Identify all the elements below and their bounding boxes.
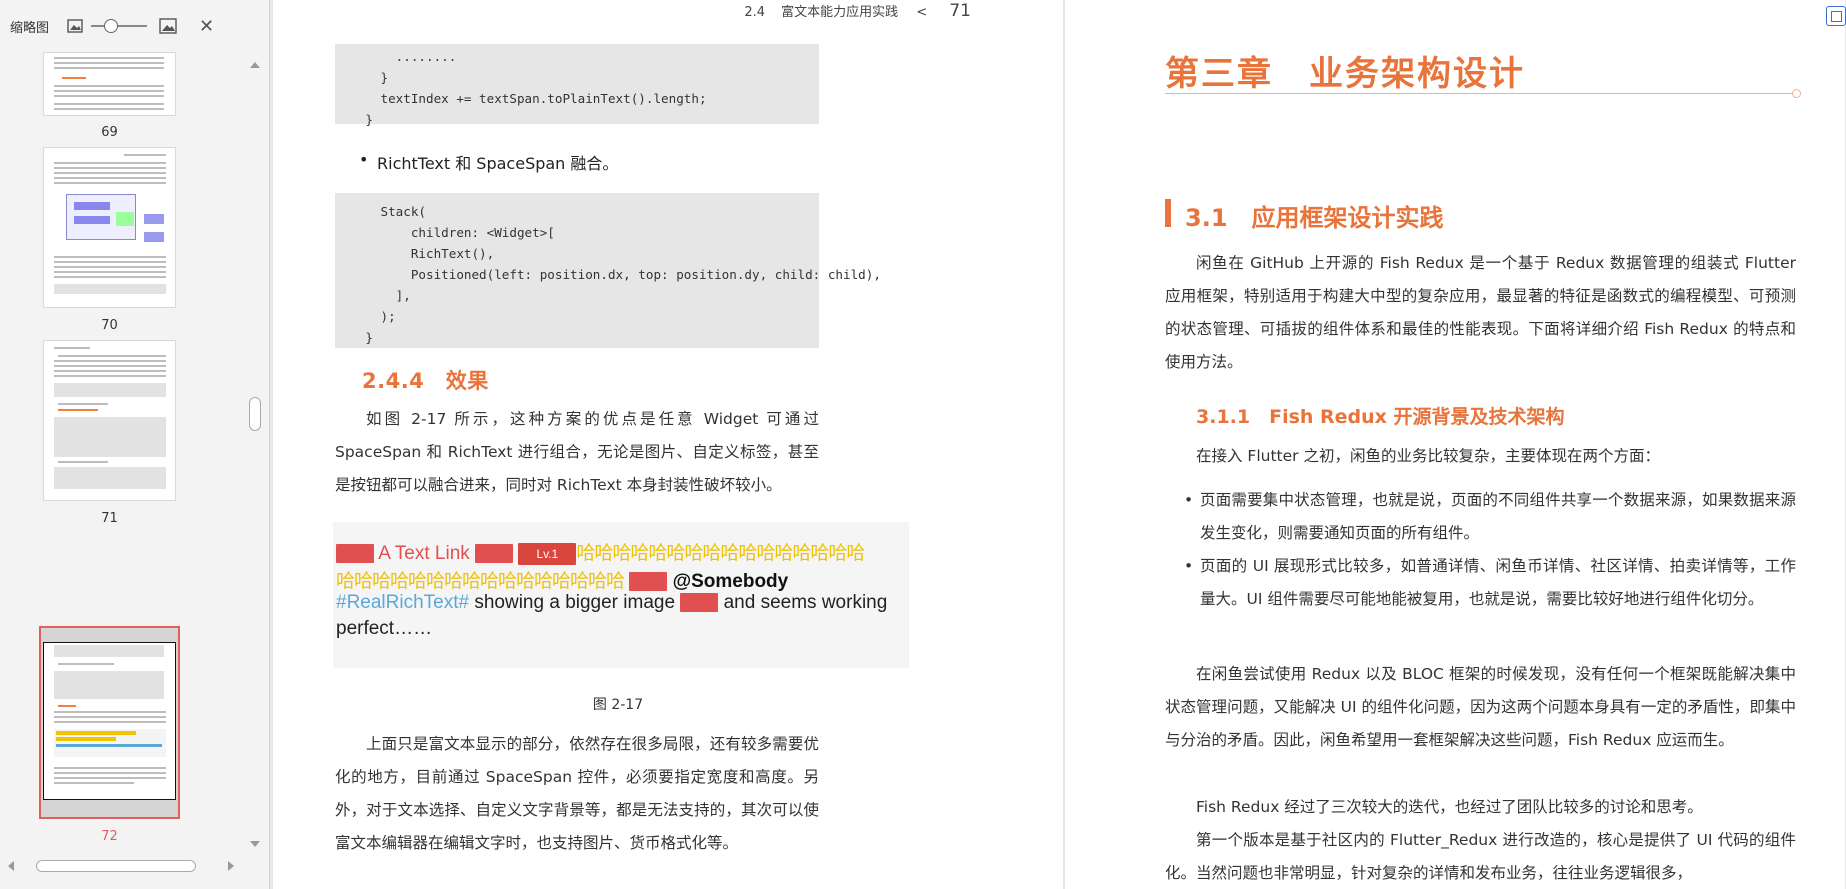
bullet-item: RichtText 和 SpaceSpan 融合。 bbox=[359, 150, 618, 174]
running-head-title: 富文本能力应用实践 bbox=[781, 5, 899, 20]
thumbnail-label-current: 72 bbox=[101, 829, 118, 844]
figure-caption: 图 2-17 bbox=[592, 697, 644, 713]
thumbnail-page-70[interactable] bbox=[43, 147, 176, 308]
subsection-heading: 3.1.1 Fish Redux 开源背景及技术架构 bbox=[1196, 406, 1565, 428]
sidebar-vertical-scrollbar[interactable] bbox=[247, 52, 263, 857]
toolbox-icon[interactable] bbox=[1826, 6, 1846, 26]
red-image-placeholder bbox=[336, 544, 374, 564]
code-block: Stack( children: <Widget>[ RichText(), P… bbox=[335, 193, 881, 348]
scroll-left-icon[interactable] bbox=[8, 861, 14, 871]
chapter-rule-dot bbox=[1792, 89, 1801, 98]
scroll-up-icon[interactable] bbox=[250, 62, 260, 68]
haha-text: 哈哈哈哈哈哈哈哈哈哈哈哈哈哈哈哈 bbox=[576, 543, 865, 564]
mention-text: @Somebody bbox=[672, 571, 789, 592]
scroll-right-icon[interactable] bbox=[228, 861, 234, 871]
figure-2-17: A Text Link Lv.1 哈哈哈哈哈哈哈哈哈哈哈哈哈哈哈哈 哈哈哈哈哈哈哈… bbox=[333, 522, 909, 668]
paragraph: 在闲鱼尝试使用 Redux 以及 BLOC 框架的时候发现，没有任何一个框架既能… bbox=[1165, 665, 1796, 749]
red-image-placeholder bbox=[680, 593, 719, 613]
text-link: A Text Link bbox=[378, 543, 470, 564]
section-heading: 3.1 应用框架设计实践 bbox=[1185, 204, 1444, 232]
sidebar-title: 缩略图 bbox=[10, 20, 50, 36]
chapter-rule bbox=[1165, 93, 1795, 94]
red-image-placeholder bbox=[475, 544, 514, 564]
paragraph: 在接入 Flutter 之初，闲鱼的业务比较复杂，主要体现在两个方面： bbox=[1196, 447, 1660, 465]
close-icon[interactable]: ✕ bbox=[199, 16, 214, 37]
scroll-down-icon[interactable] bbox=[250, 841, 260, 847]
red-image-placeholder bbox=[629, 572, 668, 592]
thumbnail-zoom-slider[interactable] bbox=[91, 19, 148, 33]
image-small-icon[interactable] bbox=[67, 19, 83, 33]
hashtag-text: #RealRichText# bbox=[336, 592, 470, 613]
level-badge: Lv.1 bbox=[518, 542, 577, 565]
thumbnail-label: 71 bbox=[101, 511, 118, 526]
thumbnail-page-69[interactable] bbox=[43, 52, 176, 116]
figure-line-1: A Text Link Lv.1 哈哈哈哈哈哈哈哈哈哈哈哈哈哈哈哈 bbox=[336, 538, 865, 565]
scrollbar-thumb[interactable] bbox=[36, 860, 196, 872]
page-right: 第三章 业务架构设计 3.1 应用框架设计实践 闲鱼在 GitHub 上开源的 … bbox=[1065, 0, 1845, 889]
thumbnail-page-72-selected[interactable] bbox=[39, 626, 180, 819]
haha-text: 哈哈哈哈哈哈哈哈哈哈哈哈哈哈哈哈 bbox=[336, 571, 625, 592]
figure-line-2: 哈哈哈哈哈哈哈哈哈哈哈哈哈哈哈哈 @Somebody bbox=[336, 566, 788, 593]
paragraph: 如图 2-17 所示，这种方案的优点是任意 Widget 可通过 SpaceSp… bbox=[335, 410, 819, 494]
running-head: 2.4 富文本能力应用实践 < 71 bbox=[744, 1, 971, 21]
scrollbar-thumb[interactable] bbox=[249, 397, 261, 431]
chapter-title: 第三章 业务架构设计 bbox=[1165, 54, 1525, 94]
document-viewer[interactable]: 2.4 富文本能力应用实践 < 71 ........ } textIndex … bbox=[272, 0, 1846, 889]
figure-line-4: perfect…… bbox=[336, 618, 432, 640]
section-title: 2.4.4 效果 bbox=[362, 369, 489, 393]
paragraph: 闲鱼在 GitHub 上开源的 Fish Redux 是一个基于 Redux 数… bbox=[1165, 254, 1796, 371]
paragraph: Fish Redux 经过了三次较大的迭代，也经过了团队比较多的讨论和思考。 bbox=[1196, 798, 1703, 816]
paragraph: 第一个版本是基于社区内的 Flutter_Redux 进行改造的，核心是提供了 … bbox=[1165, 831, 1796, 882]
code-block: ........ } textIndex += textSpan.toPlain… bbox=[335, 44, 819, 127]
bullet-item: 页面需要集中状态管理，也就是说，页面的不同组件共享一个数据来源，如果数据来源发生… bbox=[1184, 484, 1796, 550]
page-left: 2.4 富文本能力应用实践 < 71 ........ } textIndex … bbox=[273, 0, 1063, 889]
paragraph: 上面只是富文本显示的部分，依然存在很多局限，还有较多需要优化的地方，目前通过 S… bbox=[335, 735, 819, 852]
sidebar-header: 缩略图 ✕ bbox=[0, 0, 270, 52]
bullet-item: 页面的 UI 展现形式比较多，如普通详情、闲鱼币详情、社区详情、拍卖详情等，工作… bbox=[1184, 550, 1796, 616]
running-head-section: 2.4 bbox=[744, 5, 766, 20]
figure-text: and seems working bbox=[723, 592, 888, 613]
figure-text: showing a bigger image bbox=[474, 592, 676, 613]
section-bar bbox=[1165, 199, 1171, 227]
thumbnail-label: 70 bbox=[101, 318, 118, 333]
image-large-icon[interactable] bbox=[159, 18, 177, 34]
running-head-separator: < bbox=[916, 5, 928, 20]
thumbnail-sidebar: 缩略图 ✕ 69 70 71 72 bbox=[0, 0, 270, 889]
page-number: 71 bbox=[949, 1, 971, 21]
thumbnail-page-71[interactable] bbox=[43, 340, 176, 501]
thumbnail-label: 69 bbox=[101, 125, 118, 140]
sidebar-horizontal-scrollbar[interactable] bbox=[0, 857, 252, 875]
figure-text: perfect…… bbox=[336, 618, 433, 639]
figure-line-3: #RealRichText# showing a bigger image an… bbox=[336, 592, 887, 614]
